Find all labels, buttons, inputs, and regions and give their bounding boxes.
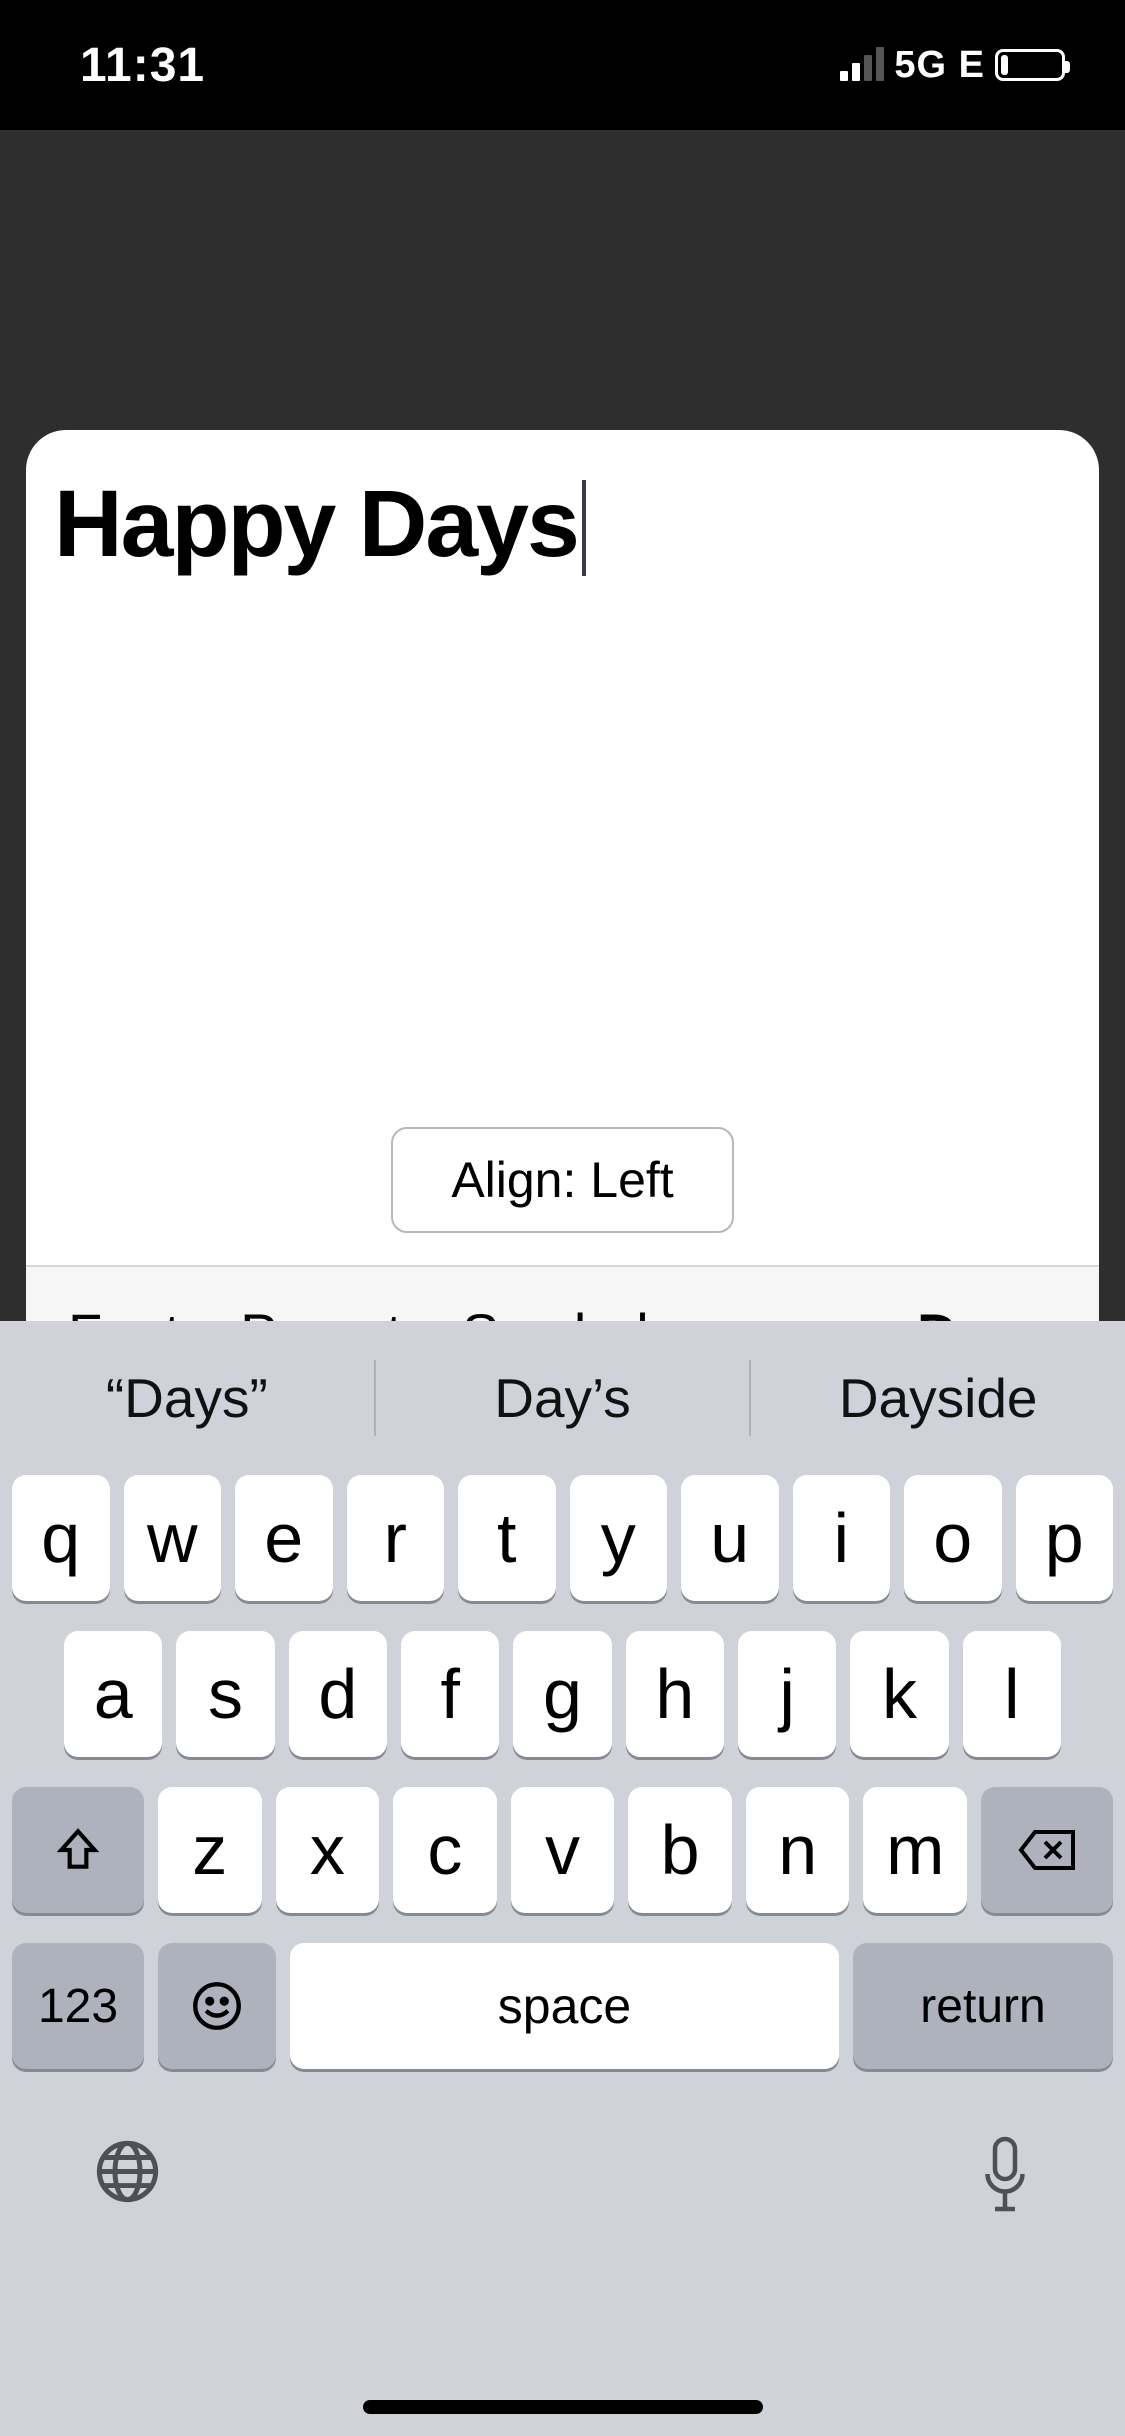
align-button[interactable]: Align: Left: [391, 1127, 733, 1233]
key-numeric[interactable]: 123: [12, 1943, 144, 2069]
key-y[interactable]: y: [570, 1475, 668, 1601]
text-cursor: [582, 480, 586, 576]
key-w[interactable]: w: [124, 1475, 222, 1601]
key-o[interactable]: o: [904, 1475, 1002, 1601]
globe-icon[interactable]: [90, 2134, 165, 2219]
key-i[interactable]: i: [793, 1475, 891, 1601]
network-label: 5G E: [894, 44, 985, 87]
keyboard-footer: [0, 2099, 1125, 2219]
key-t[interactable]: t: [458, 1475, 556, 1601]
key-shift[interactable]: [12, 1787, 144, 1913]
key-u[interactable]: u: [681, 1475, 779, 1601]
key-h[interactable]: h: [626, 1631, 724, 1757]
suggestion-1[interactable]: Day’s: [376, 1366, 750, 1430]
key-x[interactable]: x: [276, 1787, 380, 1913]
entered-text: Happy Days: [54, 470, 578, 579]
key-r[interactable]: r: [347, 1475, 445, 1601]
key-b[interactable]: b: [628, 1787, 732, 1913]
suggestion-2[interactable]: Dayside: [751, 1366, 1125, 1430]
key-j[interactable]: j: [738, 1631, 836, 1757]
key-c[interactable]: c: [393, 1787, 497, 1913]
key-k[interactable]: k: [850, 1631, 948, 1757]
microphone-icon[interactable]: [975, 2134, 1035, 2219]
key-a[interactable]: a: [64, 1631, 162, 1757]
status-time: 11:31: [80, 38, 205, 93]
key-v[interactable]: v: [511, 1787, 615, 1913]
key-return[interactable]: return: [853, 1943, 1113, 2069]
key-m[interactable]: m: [863, 1787, 967, 1913]
key-d[interactable]: d: [289, 1631, 387, 1757]
suggestion-bar: “Days” Day’s Dayside: [0, 1321, 1125, 1475]
key-e[interactable]: e: [235, 1475, 333, 1601]
key-backspace[interactable]: [981, 1787, 1113, 1913]
key-s[interactable]: s: [176, 1631, 274, 1757]
key-space[interactable]: space: [290, 1943, 839, 2069]
suggestion-0[interactable]: “Days”: [0, 1366, 374, 1430]
ios-keyboard: “Days” Day’s Dayside q w e r t y u i o p…: [0, 1321, 1125, 2436]
key-l[interactable]: l: [963, 1631, 1061, 1757]
signal-strength-icon: [840, 49, 884, 81]
key-n[interactable]: n: [746, 1787, 850, 1913]
key-emoji[interactable]: [158, 1943, 276, 2069]
backspace-icon: [1017, 1828, 1077, 1872]
shift-icon: [53, 1825, 103, 1875]
text-editor-card: Happy Days Align: Left Font Preset Symbo…: [26, 430, 1099, 1400]
key-z[interactable]: z: [158, 1787, 262, 1913]
key-g[interactable]: g: [513, 1631, 611, 1757]
battery-icon: [995, 49, 1065, 81]
emoji-icon: [188, 1977, 246, 2035]
editor-backdrop: Size Tilt Move Happy Days Align: Left Fo…: [0, 130, 1125, 2436]
key-f[interactable]: f: [401, 1631, 499, 1757]
key-q[interactable]: q: [12, 1475, 110, 1601]
home-indicator[interactable]: [363, 2400, 763, 2414]
status-bar: 11:31 5G E: [0, 0, 1125, 130]
key-p[interactable]: p: [1016, 1475, 1114, 1601]
text-input-area[interactable]: Happy Days: [26, 430, 1099, 1127]
